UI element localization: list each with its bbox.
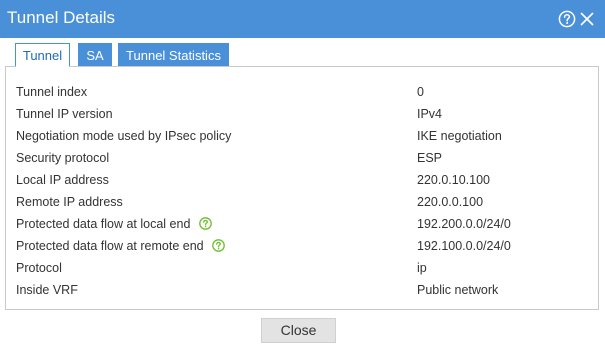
help-question-icon[interactable] [212,237,225,252]
tab-sa[interactable]: SA [78,43,112,67]
detail-value: 192.100.0.0/24/0 [417,239,511,253]
detail-label: Security protocol [16,151,110,165]
detail-value: 0 [417,85,424,99]
detail-row-tunnel-index: Tunnel index 0 [16,81,596,103]
detail-label: Protected data flow at remote end [16,235,225,257]
tab-label: Tunnel [22,48,63,63]
close-icon[interactable] [578,10,596,28]
detail-label: Protocol [16,261,62,275]
detail-row-remote-data-flow: Protected data flow at remote end 192.10… [16,235,596,257]
detail-label: Tunnel IP version [16,107,113,121]
detail-row-protocol: Protocol ip [16,257,596,279]
detail-label-text: Protected data flow at remote end [16,239,204,253]
detail-value: ESP [417,151,443,165]
detail-label-text: Protected data flow at local end [16,217,191,231]
detail-label: Tunnel index [16,85,88,99]
detail-label: Inside VRF [16,283,78,297]
dialog-title: Tunnel Details [7,8,116,27]
details-panel: Tunnel index 0 Tunnel IP version IPv4 Ne… [5,66,599,310]
detail-value: 220.0.0.100 [417,195,484,209]
detail-value: 220.0.10.100 [417,173,490,187]
detail-value: IPv4 [417,107,443,121]
detail-row-security-protocol: Security protocol ESP [16,147,596,169]
tunnel-details-dialog: Tunnel Details Tunnel SA Tunnel Statisti… [0,0,605,346]
detail-label: Negotiation mode used by IPsec policy [16,129,232,143]
detail-label: Remote IP address [16,195,123,209]
detail-label: Protected data flow at local end [16,213,212,235]
close-button[interactable]: Close [261,318,336,343]
detail-row-local-ip: Local IP address 220.0.10.100 [16,169,596,191]
detail-value: Public network [417,283,499,297]
dialog-titlebar: Tunnel Details [0,0,605,38]
detail-label: Local IP address [16,173,109,187]
help-circle-icon[interactable] [558,10,576,28]
tab-tunnel-statistics[interactable]: Tunnel Statistics [118,43,229,67]
help-question-icon[interactable] [199,215,212,230]
detail-row-inside-vrf: Inside VRF Public network [16,279,596,301]
detail-row-tunnel-ip-version: Tunnel IP version IPv4 [16,103,596,125]
detail-value: IKE negotiation [417,129,502,143]
detail-value: 192.200.0.0/24/0 [417,217,511,231]
detail-row-remote-ip: Remote IP address 220.0.0.100 [16,191,596,213]
detail-value: ip [417,261,427,275]
tab-label: Tunnel Statistics [126,48,221,63]
tab-label: SA [86,48,104,63]
detail-row-local-data-flow: Protected data flow at local end 192.200… [16,213,596,235]
tab-tunnel[interactable]: Tunnel [15,43,70,67]
detail-row-negotiation-mode: Negotiation mode used by IPsec policy IK… [16,125,596,147]
